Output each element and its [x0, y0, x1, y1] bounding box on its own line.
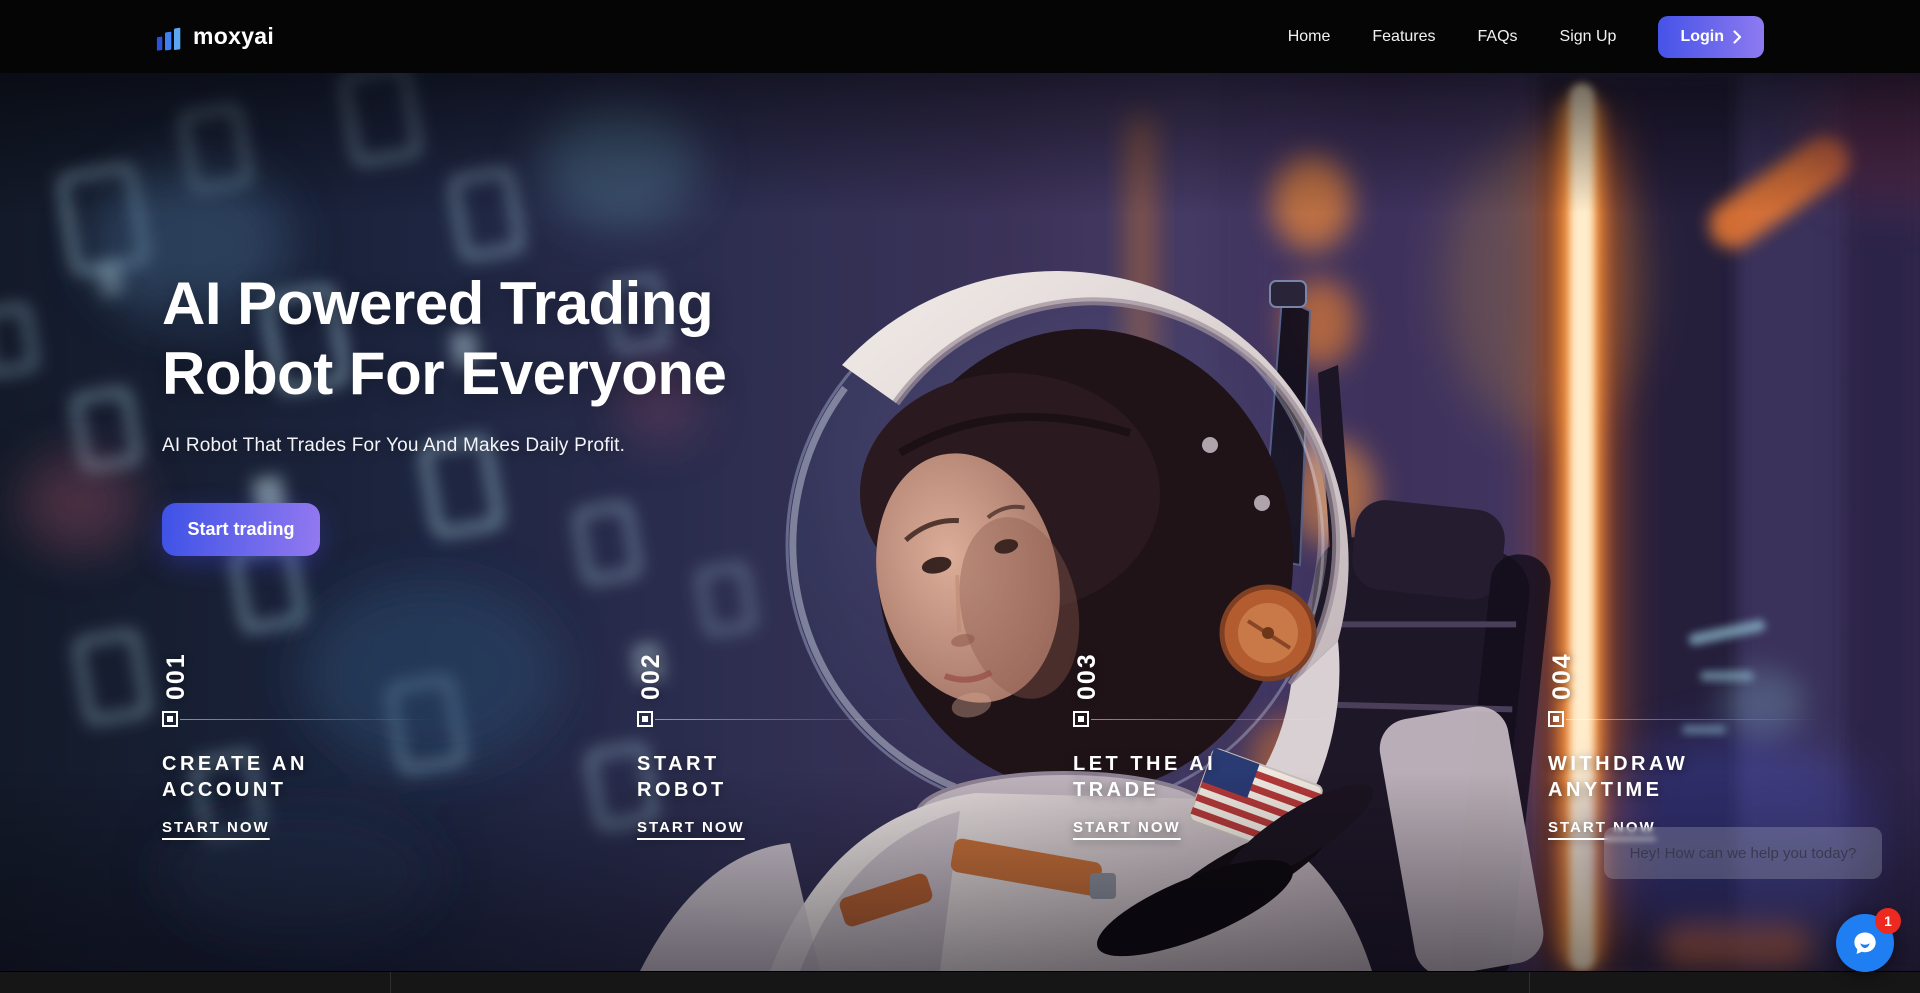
- hero-content: AI Powered Trading Robot For Everyone AI…: [162, 269, 726, 556]
- step-marker: [162, 711, 492, 727]
- step-title: STARTROBOT: [637, 751, 967, 803]
- landing-page: moxyai Home Features FAQs Sign Up Login: [0, 0, 1920, 993]
- hero-title-line2: Robot For Everyone: [162, 339, 726, 409]
- nav-link-faqs[interactable]: FAQs: [1478, 28, 1518, 46]
- step-withdraw-anytime: 004 WITHDRAWANYTIME START NOW: [1548, 640, 1878, 837]
- marker-line: [1091, 719, 1346, 720]
- bar-chart-logo-icon: [156, 22, 183, 51]
- square-marker-icon: [162, 711, 178, 727]
- step-title: WITHDRAWANYTIME: [1548, 751, 1878, 803]
- footer-strip: [0, 971, 1920, 993]
- nav-menu: Home Features FAQs Sign Up Login: [1288, 16, 1764, 58]
- hero-title: AI Powered Trading Robot For Everyone: [162, 269, 726, 409]
- start-now-link[interactable]: START NOW: [637, 819, 745, 836]
- hero-title-line1: AI Powered Trading: [162, 269, 726, 339]
- chevron-right-icon: [1733, 30, 1742, 44]
- step-number: 002: [637, 640, 665, 700]
- step-number: 001: [162, 640, 190, 700]
- nav-link-signup[interactable]: Sign Up: [1560, 28, 1617, 46]
- step-marker: [1073, 711, 1403, 727]
- step-title: CREATE ANACCOUNT: [162, 751, 492, 803]
- hero-subtitle: AI Robot That Trades For You And Makes D…: [162, 435, 726, 457]
- step-title: LET THE AITRADE: [1073, 751, 1403, 803]
- step-start-robot: 002 STARTROBOT START NOW: [637, 640, 967, 837]
- step-number: 003: [1073, 640, 1101, 700]
- chat-greeting-bubble[interactable]: Hey! How can we help you today?: [1604, 827, 1882, 879]
- square-marker-icon: [637, 711, 653, 727]
- footer-divider: [390, 972, 391, 993]
- nav-link-home[interactable]: Home: [1288, 28, 1331, 46]
- marker-line: [1566, 719, 1821, 720]
- brand-logo[interactable]: moxyai: [156, 22, 274, 51]
- login-button[interactable]: Login: [1658, 16, 1764, 58]
- step-create-account: 001 CREATE ANACCOUNT START NOW: [162, 640, 492, 837]
- marker-line: [180, 719, 435, 720]
- footer-divider: [1529, 972, 1530, 993]
- start-now-link[interactable]: START NOW: [162, 819, 270, 836]
- chat-launcher-button[interactable]: 1: [1836, 914, 1894, 972]
- step-marker: [1548, 711, 1878, 727]
- navbar: moxyai Home Features FAQs Sign Up Login: [0, 0, 1920, 73]
- step-let-ai-trade: 003 LET THE AITRADE START NOW: [1073, 640, 1403, 837]
- step-marker: [637, 711, 967, 727]
- chat-smile-icon: [1849, 927, 1881, 959]
- brand-name: moxyai: [193, 23, 274, 50]
- start-now-link[interactable]: START NOW: [1073, 819, 1181, 836]
- marker-line: [655, 719, 910, 720]
- login-label: Login: [1680, 28, 1724, 46]
- nav-link-features[interactable]: Features: [1372, 28, 1435, 46]
- step-number: 004: [1548, 640, 1576, 700]
- start-trading-button[interactable]: Start trading: [162, 503, 320, 556]
- square-marker-icon: [1548, 711, 1564, 727]
- square-marker-icon: [1073, 711, 1089, 727]
- chat-unread-badge: 1: [1875, 908, 1901, 934]
